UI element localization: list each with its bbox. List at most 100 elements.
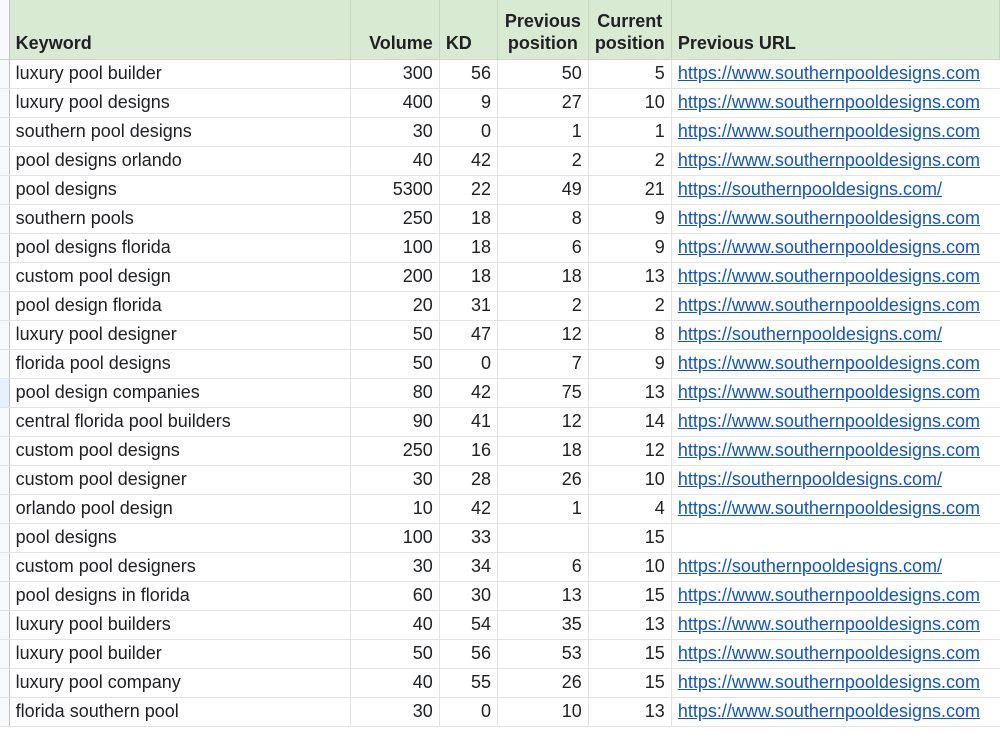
previous-url-link[interactable]: https://www.southernpooldesigns.com: [678, 643, 980, 663]
volume-cell[interactable]: 60: [350, 581, 440, 611]
table-row[interactable]: florida pool designs 50 0 7 9 https://www.sou…: [0, 349, 1000, 379]
previous-url-cell[interactable]: https://www.southernpooldesigns.com: [671, 233, 1000, 263]
kd-cell[interactable]: 0: [439, 349, 498, 379]
volume-cell[interactable]: 30: [350, 697, 440, 727]
keyword-cell[interactable]: pool designs: [9, 175, 351, 205]
current-position-cell[interactable]: 9: [588, 233, 672, 263]
previous-url-cell[interactable]: https://southernpooldesigns.com/: [671, 320, 1000, 350]
current-position-cell[interactable]: 9: [588, 204, 672, 234]
current-position-cell[interactable]: 10: [588, 552, 672, 582]
table-row[interactable]: custom pool designers 30 34 6 10 https://sout…: [0, 552, 1000, 582]
row-number-cell[interactable]: [0, 59, 10, 89]
row-number-cell[interactable]: [0, 697, 10, 727]
previous-url-link[interactable]: https://www.southernpooldesigns.com: [678, 382, 980, 402]
previous-url-cell[interactable]: https://www.southernpooldesigns.com: [671, 494, 1000, 524]
kd-cell[interactable]: 47: [439, 320, 498, 350]
column-header-current-position[interactable]: Current position: [588, 0, 672, 60]
row-number-cell[interactable]: [0, 639, 10, 669]
previous-position-cell[interactable]: 6: [497, 552, 589, 582]
volume-cell[interactable]: 30: [350, 465, 440, 495]
current-position-cell[interactable]: 13: [588, 378, 672, 408]
previous-position-cell[interactable]: 53: [497, 639, 589, 669]
kd-cell[interactable]: 28: [439, 465, 498, 495]
previous-position-cell[interactable]: 27: [497, 88, 589, 118]
kd-cell[interactable]: 18: [439, 233, 498, 263]
previous-url-cell[interactable]: https://www.southernpooldesigns.com: [671, 378, 1000, 408]
kd-cell[interactable]: 31: [439, 291, 498, 321]
previous-position-cell[interactable]: 2: [497, 146, 589, 176]
volume-cell[interactable]: 30: [350, 117, 440, 147]
table-row[interactable]: luxury pool designer 50 47 12 8 https://south…: [0, 320, 1000, 350]
keyword-cell[interactable]: luxury pool builder: [9, 59, 351, 89]
current-position-cell[interactable]: 13: [588, 610, 672, 640]
row-number-cell[interactable]: [0, 552, 10, 582]
table-row[interactable]: luxury pool designs 400 9 27 10 https://www.s…: [0, 88, 1000, 118]
keyword-cell[interactable]: custom pool design: [9, 262, 351, 292]
table-row[interactable]: pool designs 5300 22 49 21 https://southernpo…: [0, 175, 1000, 205]
previous-position-cell[interactable]: 75: [497, 378, 589, 408]
previous-position-cell[interactable]: 26: [497, 465, 589, 495]
previous-url-cell[interactable]: [671, 523, 1000, 553]
column-header-kd[interactable]: KD: [439, 0, 498, 60]
previous-url-link[interactable]: https://www.southernpooldesigns.com: [678, 266, 980, 286]
row-number-cell[interactable]: [0, 349, 10, 379]
kd-cell[interactable]: 0: [439, 117, 498, 147]
previous-url-link[interactable]: https://southernpooldesigns.com/: [678, 179, 942, 199]
column-header-volume[interactable]: Volume: [350, 0, 440, 60]
current-position-cell[interactable]: 15: [588, 523, 672, 553]
previous-position-cell[interactable]: 2: [497, 291, 589, 321]
current-position-cell[interactable]: 5: [588, 59, 672, 89]
volume-cell[interactable]: 200: [350, 262, 440, 292]
previous-url-link[interactable]: https://southernpooldesigns.com/: [678, 556, 942, 576]
previous-position-cell[interactable]: 6: [497, 233, 589, 263]
previous-position-cell[interactable]: 50: [497, 59, 589, 89]
kd-cell[interactable]: 34: [439, 552, 498, 582]
table-row[interactable]: pool design florida 20 31 2 2 https://www.sou…: [0, 291, 1000, 321]
current-position-cell[interactable]: 10: [588, 88, 672, 118]
previous-position-cell[interactable]: 18: [497, 262, 589, 292]
current-position-cell[interactable]: 13: [588, 697, 672, 727]
previous-url-cell[interactable]: https://southernpooldesigns.com/: [671, 465, 1000, 495]
column-header-previous-position[interactable]: Previous position: [497, 0, 589, 60]
keyword-cell[interactable]: southern pools: [9, 204, 351, 234]
current-position-cell[interactable]: 14: [588, 407, 672, 437]
column-header-keyword[interactable]: Keyword: [9, 0, 351, 60]
table-row[interactable]: pool designs in florida 60 30 13 15 https://w…: [0, 581, 1000, 611]
previous-url-cell[interactable]: https://www.southernpooldesigns.com: [671, 262, 1000, 292]
keyword-cell[interactable]: custom pool designers: [9, 552, 351, 582]
row-number-cell[interactable]: [0, 465, 10, 495]
previous-position-cell[interactable]: 49: [497, 175, 589, 205]
row-number-cell[interactable]: [0, 88, 10, 118]
previous-url-link[interactable]: https://www.southernpooldesigns.com: [678, 585, 980, 605]
previous-position-cell[interactable]: 10: [497, 697, 589, 727]
previous-url-cell[interactable]: https://www.southernpooldesigns.com: [671, 436, 1000, 466]
current-position-cell[interactable]: 4: [588, 494, 672, 524]
previous-url-link[interactable]: https://www.southernpooldesigns.com: [678, 614, 980, 634]
previous-url-link[interactable]: https://www.southernpooldesigns.com: [678, 63, 980, 83]
kd-cell[interactable]: 42: [439, 378, 498, 408]
previous-url-link[interactable]: https://www.southernpooldesigns.com: [678, 672, 980, 692]
current-position-cell[interactable]: 15: [588, 639, 672, 669]
volume-cell[interactable]: 50: [350, 349, 440, 379]
column-header-previous-url[interactable]: Previous URL: [671, 0, 1000, 60]
previous-position-cell[interactable]: [497, 523, 589, 553]
keyword-cell[interactable]: central florida pool builders: [9, 407, 351, 437]
row-number-cell[interactable]: [0, 523, 10, 553]
keyword-cell[interactable]: southern pool designs: [9, 117, 351, 147]
previous-url-cell[interactable]: https://www.southernpooldesigns.com: [671, 581, 1000, 611]
kd-cell[interactable]: 41: [439, 407, 498, 437]
table-row[interactable]: pool designs florida 100 18 6 9 https://www.s…: [0, 233, 1000, 263]
row-number-cell[interactable]: [0, 668, 10, 698]
volume-cell[interactable]: 100: [350, 523, 440, 553]
current-position-cell[interactable]: 2: [588, 291, 672, 321]
table-row[interactable]: luxury pool company 40 55 26 15 https://www.s…: [0, 668, 1000, 698]
keyword-cell[interactable]: luxury pool designs: [9, 88, 351, 118]
kd-cell[interactable]: 55: [439, 668, 498, 698]
table-row[interactable]: central florida pool builders 90 41 12 14 htt…: [0, 407, 1000, 437]
previous-position-cell[interactable]: 1: [497, 494, 589, 524]
row-number-cell[interactable]: [0, 320, 10, 350]
kd-cell[interactable]: 54: [439, 610, 498, 640]
kd-cell[interactable]: 56: [439, 639, 498, 669]
row-number-cell[interactable]: [0, 262, 10, 292]
previous-position-cell[interactable]: 8: [497, 204, 589, 234]
